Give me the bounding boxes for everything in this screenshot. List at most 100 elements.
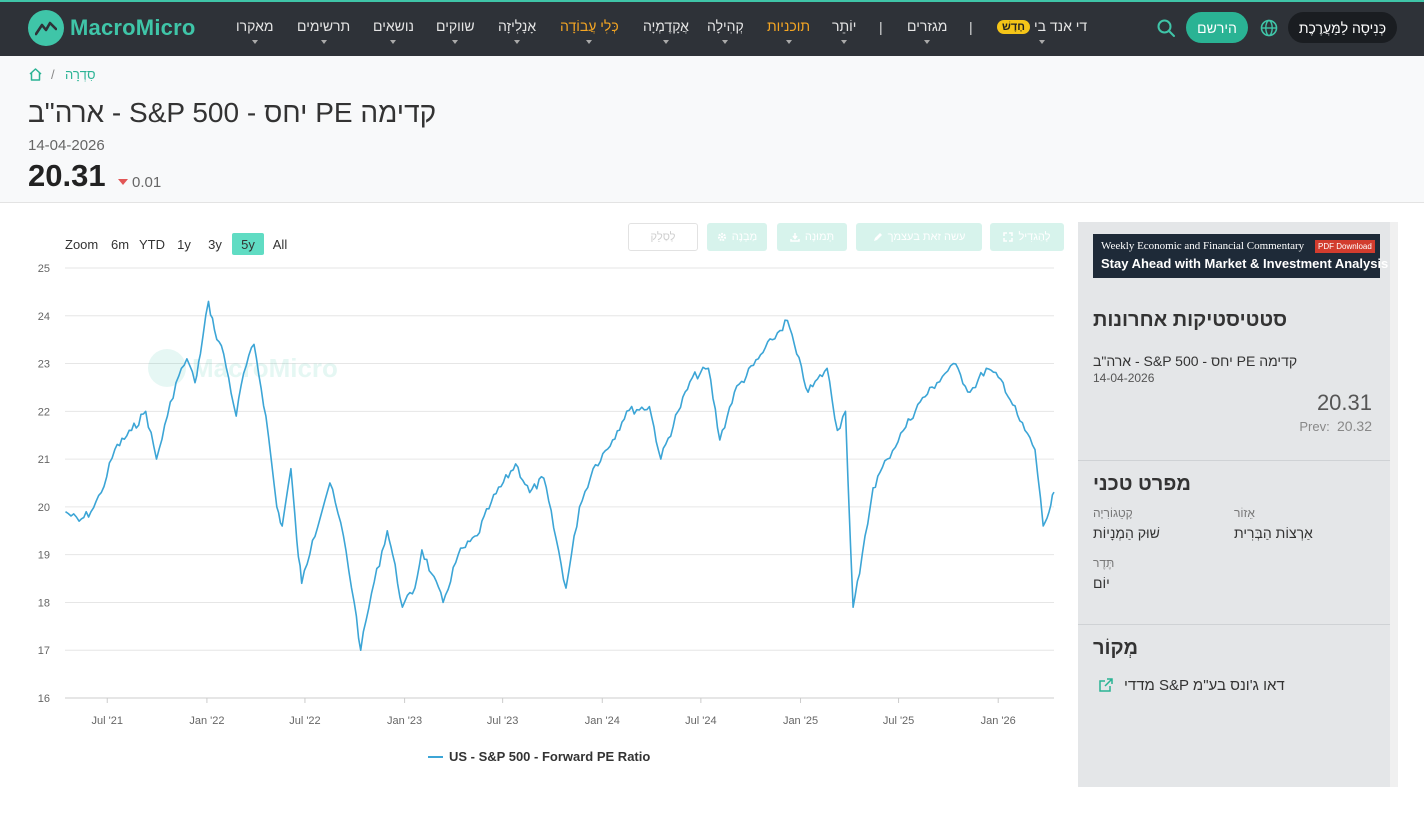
- x-tick-label: Jul '25: [883, 715, 914, 727]
- x-tick-label: Jan '23: [387, 715, 422, 727]
- chevron-down-icon: [662, 40, 669, 44]
- x-tick-label: Jan '22: [189, 715, 224, 727]
- category-value: שׁוּק הַמְנָיוֹת: [1093, 525, 1160, 541]
- y-tick-label: 22: [38, 406, 50, 418]
- chevron-down-icon: [722, 40, 729, 44]
- change-value: 0.01: [132, 174, 162, 191]
- sidebar: [1078, 222, 1390, 787]
- home-icon[interactable]: [28, 67, 43, 82]
- source-link[interactable]: מדדי S&P דאו ג'ונס בע"מ: [1124, 677, 1285, 694]
- nav-item-sectors[interactable]: מגזרים: [907, 18, 947, 44]
- page-title: ארה"ב - S&P 500 - יחס PE קדימה: [28, 97, 437, 128]
- ad-line-2: Stay Ahead with Market & Investment Anal…: [1101, 256, 1389, 271]
- globe-icon[interactable]: [1259, 18, 1279, 38]
- nav-item-analysis[interactable]: אָנָלִיזָה: [498, 18, 536, 44]
- logo[interactable]: MacroMicro: [28, 10, 195, 46]
- sidebar-divider: [1078, 624, 1390, 625]
- y-tick-label: 21: [38, 454, 50, 466]
- breadcrumb-separator: /: [51, 67, 55, 82]
- ad-line-1: Weekly Economic and Financial Commentary: [1101, 240, 1305, 252]
- range-3y-button[interactable]: 3y: [203, 233, 227, 255]
- chevron-down-icon: [586, 40, 593, 44]
- y-tick-label: 25: [38, 263, 50, 275]
- y-tick-label: 19: [38, 550, 50, 562]
- x-tick-label: Jul '24: [685, 715, 716, 727]
- download-icon: [790, 233, 800, 242]
- nav-item-topics[interactable]: נושאים: [373, 18, 414, 44]
- x-tick-label: Jul '23: [487, 715, 518, 727]
- ad-pdf-badge: PDF Download: [1315, 240, 1375, 253]
- chevron-down-icon: [1039, 40, 1046, 44]
- logo-text: MacroMicro: [70, 15, 196, 40]
- sidebar-divider: [1078, 460, 1390, 461]
- ad-banner[interactable]: Weekly Economic and Financial Commentary…: [1093, 234, 1388, 278]
- page-date: 14-04-2026: [28, 137, 105, 154]
- range-5y-button[interactable]: 5y: [232, 233, 264, 255]
- stats-prev: Prev: 20.32: [1299, 418, 1372, 434]
- pencil-icon: [873, 233, 882, 241]
- sidebar-scrollbar[interactable]: [1390, 222, 1398, 787]
- settings-button[interactable]: מַבְנֶה: [707, 223, 767, 251]
- nav-item-tools[interactable]: כְּלִי עֲבוֹדָה: [560, 18, 619, 44]
- y-tick-label: 18: [38, 597, 50, 609]
- x-tick-label: Jan '26: [981, 715, 1016, 727]
- chevron-down-icon: [390, 40, 397, 44]
- watermark-icon: [148, 349, 186, 387]
- watermark-text: MacroMicro: [192, 353, 338, 383]
- nav-separator: |: [969, 19, 973, 35]
- nav-item-dnb[interactable]: חָדָשׁ די אנד בי: [997, 18, 1087, 44]
- source-heading: מְקוֹר: [1093, 637, 1138, 659]
- y-tick-label: 17: [38, 645, 50, 657]
- x-tick-label: Jan '25: [783, 715, 818, 727]
- chevron-down-icon: [452, 40, 459, 44]
- logo-icon: [28, 10, 64, 46]
- external-link-icon[interactable]: [1098, 677, 1114, 693]
- login-button[interactable]: כְּנִיסָה לַמַּעֲרֶכֶת: [1288, 12, 1397, 43]
- frequency-value: יוֹם: [1093, 575, 1110, 591]
- tech-spec-heading: מפרט טכני: [1093, 473, 1191, 495]
- range-1y-button[interactable]: 1y: [172, 233, 196, 255]
- stats-date: 14-04-2026: [1093, 371, 1155, 385]
- share-button[interactable]: לְסַלֵק: [628, 223, 698, 251]
- y-tick-label: 24: [38, 311, 50, 323]
- frequency-label: תֶּדֶר: [1093, 556, 1115, 570]
- chevron-down-icon: [924, 40, 931, 44]
- nav-item-plans[interactable]: תוכניות: [767, 18, 810, 44]
- nav-item-academy[interactable]: אֲקָדֶמְיָה: [643, 18, 689, 44]
- series-header: [0, 56, 1424, 203]
- gear-icon: [717, 232, 726, 242]
- category-label: קָטֵגוֹרִיָה: [1093, 506, 1133, 520]
- search-icon[interactable]: [1156, 18, 1176, 38]
- x-tick-label: Jul '21: [92, 715, 123, 727]
- chart-legend[interactable]: US - S&P 500 - Forward PE Ratio: [428, 749, 650, 764]
- nav-item-more[interactable]: יוֹתֵר: [832, 18, 856, 44]
- range-ytd-button[interactable]: YTD: [137, 233, 167, 255]
- nav-item-macro[interactable]: מאקרו: [236, 18, 274, 44]
- range-all-button[interactable]: All: [267, 233, 293, 255]
- expand-icon: [1003, 232, 1014, 242]
- breadcrumb-series-link[interactable]: סִדְרָה: [65, 67, 96, 82]
- diy-button[interactable]: עשה זאת בעצמך: [856, 223, 982, 251]
- nav-item-community[interactable]: קְהִילָה: [707, 18, 744, 44]
- stats-heading: סטטיסטיקות אחרונות: [1093, 309, 1288, 331]
- line-chart: 16 17 18 19 20 21 22 23 24 25 Jul '21 Jan '22 Jul '2…: [38, 263, 1055, 727]
- triangle-down-icon: [118, 179, 128, 185]
- chevron-down-icon: [785, 40, 792, 44]
- chevron-down-icon: [514, 40, 521, 44]
- y-tick-label: 16: [38, 693, 50, 705]
- nav-item-markets[interactable]: שווקים: [436, 18, 475, 44]
- x-tick-label: Jan '24: [585, 715, 620, 727]
- legend-swatch: [428, 755, 443, 758]
- enlarge-button[interactable]: לְהַגדִיל: [990, 223, 1064, 251]
- region-label: אֵזוֹר: [1234, 506, 1255, 520]
- region-value: אַרְצוֹת הַבְּרִית: [1234, 525, 1313, 541]
- y-tick-label: 20: [38, 502, 50, 514]
- stats-series-name: ארה"ב - S&P 500 - יחס PE קדימה: [1093, 353, 1298, 369]
- nav-item-charts[interactable]: תרשימים: [297, 18, 350, 44]
- y-tick-label: 23: [38, 359, 50, 371]
- image-button[interactable]: תְּמוּנָה: [777, 223, 847, 251]
- register-button[interactable]: הירשם: [1186, 12, 1248, 43]
- latest-value: 20.31: [28, 158, 106, 193]
- range-6m-button[interactable]: 6m: [107, 233, 133, 255]
- chevron-down-icon: [841, 40, 848, 44]
